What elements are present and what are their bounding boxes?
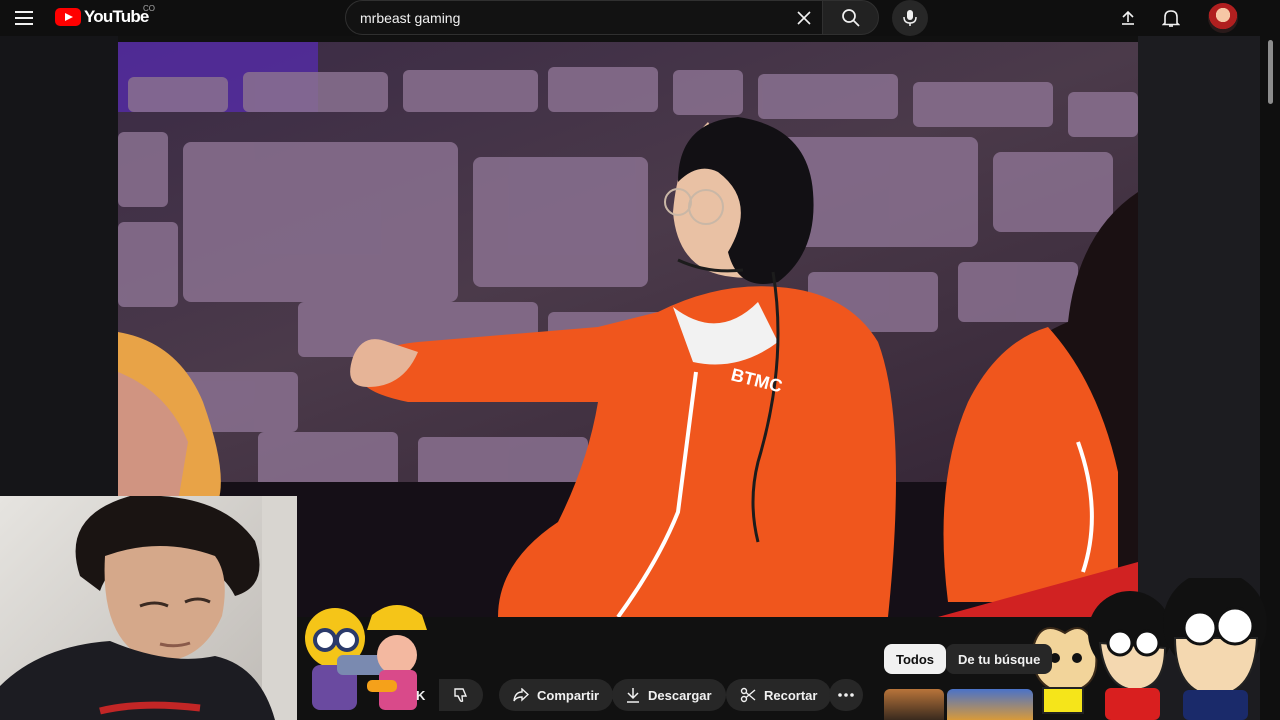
microphone-icon xyxy=(903,10,917,26)
bell-icon xyxy=(1162,10,1180,27)
recommended-thumbnails xyxy=(884,689,1034,720)
account-avatar[interactable] xyxy=(1208,3,1238,33)
youtube-play-icon xyxy=(55,8,81,26)
voice-search-button[interactable] xyxy=(892,0,928,36)
clear-search-icon[interactable] xyxy=(786,0,822,35)
download-button[interactable]: Descargar xyxy=(612,679,726,711)
dislike-button[interactable] xyxy=(439,679,484,711)
upload-button[interactable] xyxy=(1114,4,1142,32)
notifications-button[interactable] xyxy=(1157,4,1185,32)
search-icon xyxy=(841,8,860,27)
download-label: Descargar xyxy=(648,687,712,703)
youtube-logo[interactable]: YouTube xyxy=(55,7,149,27)
more-horizontal-icon xyxy=(838,693,854,697)
download-group: Descargar xyxy=(612,679,726,711)
clip-group: Recortar xyxy=(726,679,832,711)
share-group: Compartir xyxy=(499,679,614,711)
like-count: K xyxy=(416,687,426,703)
logo-text: YouTube xyxy=(84,7,149,26)
thumbs-down-icon xyxy=(454,688,468,703)
share-arrow-icon xyxy=(513,688,529,702)
clip-button[interactable]: Recortar xyxy=(726,679,832,711)
search-input[interactable] xyxy=(346,9,786,26)
download-icon xyxy=(627,688,639,703)
scissors-icon xyxy=(740,687,756,703)
page-scrollbar[interactable] xyxy=(1268,40,1273,104)
webcam-feed xyxy=(0,496,297,720)
cartoon-characters-sticker xyxy=(1031,578,1267,720)
more-group xyxy=(829,679,863,711)
share-button[interactable]: Compartir xyxy=(499,679,614,711)
upload-icon xyxy=(1122,10,1134,25)
brawl-characters-sticker xyxy=(305,605,427,710)
chip-from-search[interactable]: De tu búsque xyxy=(946,644,1053,674)
share-label: Compartir xyxy=(537,687,600,703)
chip-all[interactable]: Todos xyxy=(884,644,947,674)
search-box xyxy=(345,0,823,35)
region-code: CO xyxy=(143,4,155,13)
clip-label: Recortar xyxy=(764,687,818,703)
hamburger-menu-icon[interactable] xyxy=(10,4,38,32)
more-actions-button[interactable] xyxy=(829,679,863,711)
like-dislike-group: K xyxy=(416,679,484,711)
recommended-thumbnail[interactable] xyxy=(884,689,944,720)
search-button[interactable] xyxy=(822,0,879,35)
recommended-thumbnail[interactable] xyxy=(947,689,1033,720)
top-bar: YouTube CO xyxy=(0,0,1280,36)
webcam-overlay xyxy=(0,496,297,720)
